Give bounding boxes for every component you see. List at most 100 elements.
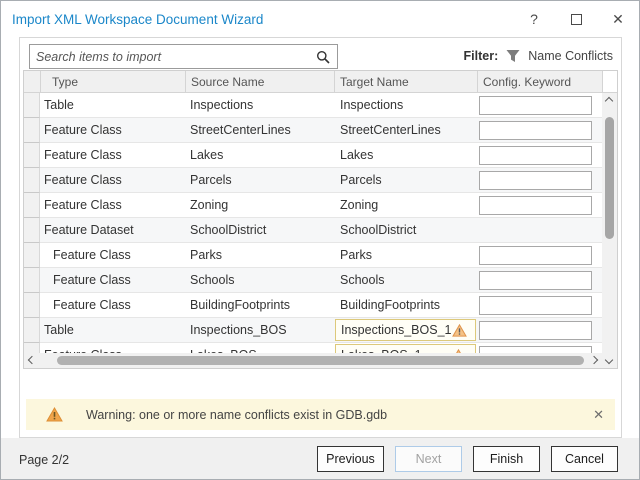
title-bar: Import XML Workspace Document Wizard ? ✕ — [1, 1, 639, 37]
source-text: Schools — [190, 273, 234, 287]
grid-header: Type Source Name Target Name Config. Key… — [24, 71, 617, 93]
target-text: SchoolDistrict — [340, 223, 416, 237]
target-box: Lakes — [335, 144, 476, 166]
row-selector[interactable] — [24, 118, 40, 143]
cancel-button[interactable]: Cancel — [551, 446, 618, 472]
row-selector[interactable] — [24, 243, 40, 268]
cell-target[interactable]: StreetCenterLines — [334, 118, 477, 143]
table-row[interactable]: Table Inspections Inspections — [24, 93, 602, 118]
table-row[interactable]: Feature Class BuildingFootprints Buildin… — [24, 293, 602, 318]
vertical-scroll-thumb[interactable] — [605, 117, 614, 239]
window-title: Import XML Workspace Document Wizard — [12, 12, 263, 27]
config-keyword-input[interactable] — [479, 271, 592, 290]
table-body: Table Inspections Inspections Feature Cl… — [24, 93, 617, 368]
target-box: BuildingFootprints — [335, 294, 476, 316]
target-box: SchoolDistrict — [335, 219, 476, 241]
type-text: Feature Class — [44, 123, 122, 137]
type-text: Feature Class — [53, 248, 131, 262]
previous-button[interactable]: Previous — [317, 446, 384, 472]
cell-source: Inspections_BOS — [185, 318, 334, 343]
cell-config-keyword — [477, 143, 602, 168]
target-text: Inspections_BOS_1 — [341, 323, 452, 337]
close-button[interactable]: ✕ — [597, 4, 639, 34]
target-text: BuildingFootprints — [340, 298, 440, 312]
cell-target[interactable]: Zoning — [334, 193, 477, 218]
search-input[interactable] — [30, 45, 316, 68]
table-row[interactable]: Feature Class Zoning Zoning — [24, 193, 602, 218]
cell-target[interactable]: Parcels — [334, 168, 477, 193]
cell-target[interactable]: Parks — [334, 243, 477, 268]
config-keyword-input[interactable] — [479, 146, 592, 165]
cell-target[interactable]: Inspections_BOS_1 — [334, 318, 477, 343]
cell-source: Inspections — [185, 93, 334, 118]
target-box: Parks — [335, 244, 476, 266]
config-keyword-input[interactable] — [479, 171, 592, 190]
target-text: Inspections — [340, 98, 403, 112]
maximize-button[interactable] — [555, 4, 597, 34]
type-text: Feature Class — [53, 273, 131, 287]
config-keyword-input[interactable] — [479, 296, 592, 315]
cell-type: Feature Class — [40, 118, 185, 143]
cell-config-keyword — [477, 293, 602, 318]
table-row[interactable]: Table Inspections_BOS Inspections_BOS_1 — [24, 318, 602, 343]
config-keyword-input[interactable] — [479, 121, 592, 140]
source-text: Inspections — [190, 98, 253, 112]
type-text: Feature Class — [44, 198, 122, 212]
table-row[interactable]: Feature Class StreetCenterLines StreetCe… — [24, 118, 602, 143]
finish-button[interactable]: Finish — [473, 446, 540, 472]
cell-source: Schools — [185, 268, 334, 293]
vertical-scrollbar[interactable] — [602, 93, 617, 368]
scroll-right-icon[interactable] — [590, 356, 598, 364]
search-icon[interactable] — [316, 50, 330, 64]
warning-text: Warning: one or more name conflicts exis… — [86, 408, 387, 422]
row-selector[interactable] — [24, 293, 40, 318]
row-selector[interactable] — [24, 268, 40, 293]
cell-config-keyword — [477, 118, 602, 143]
scroll-up-icon[interactable] — [605, 97, 613, 105]
cell-config-keyword — [477, 168, 602, 193]
source-text: Parcels — [190, 173, 232, 187]
help-button[interactable]: ? — [513, 4, 555, 34]
warning-close-icon[interactable]: ✕ — [593, 399, 604, 430]
row-selector[interactable] — [24, 218, 40, 243]
row-selector[interactable] — [24, 318, 40, 343]
horizontal-scroll-thumb[interactable] — [57, 356, 584, 365]
cell-type: Table — [40, 318, 185, 343]
cell-source: BuildingFootprints — [185, 293, 334, 318]
table-row[interactable]: Feature Class Parcels Parcels — [24, 168, 602, 193]
filter-control[interactable]: Filter: Name Conflicts — [464, 49, 613, 63]
table-row[interactable]: Feature Dataset SchoolDistrict SchoolDis… — [24, 218, 602, 243]
row-selector[interactable] — [24, 193, 40, 218]
table-row[interactable]: Feature Class Schools Schools — [24, 268, 602, 293]
table-row[interactable]: Feature Class Parks Parks — [24, 243, 602, 268]
table-row[interactable]: Feature Class Lakes Lakes — [24, 143, 602, 168]
config-keyword-input[interactable] — [479, 321, 592, 340]
row-selector[interactable] — [24, 143, 40, 168]
target-box: Inspections_BOS_1 — [335, 319, 476, 341]
cell-target[interactable]: Inspections — [334, 93, 477, 118]
scroll-down-icon[interactable] — [605, 356, 613, 364]
cell-config-keyword — [477, 218, 602, 243]
target-text: Parks — [340, 248, 372, 262]
cell-config-keyword — [477, 193, 602, 218]
config-keyword-input[interactable] — [479, 96, 592, 115]
type-text: Table — [44, 98, 74, 112]
header-type: Type — [40, 71, 185, 92]
horizontal-scrollbar[interactable] — [24, 353, 602, 368]
cell-type: Feature Dataset — [40, 218, 185, 243]
row-selector[interactable] — [24, 168, 40, 193]
scroll-left-icon[interactable] — [28, 356, 36, 364]
row-selector[interactable] — [24, 93, 40, 118]
filter-label: Filter: — [464, 49, 499, 63]
target-text: Schools — [340, 273, 384, 287]
cell-target[interactable]: SchoolDistrict — [334, 218, 477, 243]
next-button[interactable]: Next — [395, 446, 462, 472]
cell-target[interactable]: Schools — [334, 268, 477, 293]
config-keyword-input[interactable] — [479, 246, 592, 265]
import-items-grid: Type Source Name Target Name Config. Key… — [23, 70, 618, 369]
cell-target[interactable]: Lakes — [334, 143, 477, 168]
cell-source: Zoning — [185, 193, 334, 218]
config-keyword-input[interactable] — [479, 196, 592, 215]
cell-target[interactable]: BuildingFootprints — [334, 293, 477, 318]
type-text: Feature Class — [44, 173, 122, 187]
